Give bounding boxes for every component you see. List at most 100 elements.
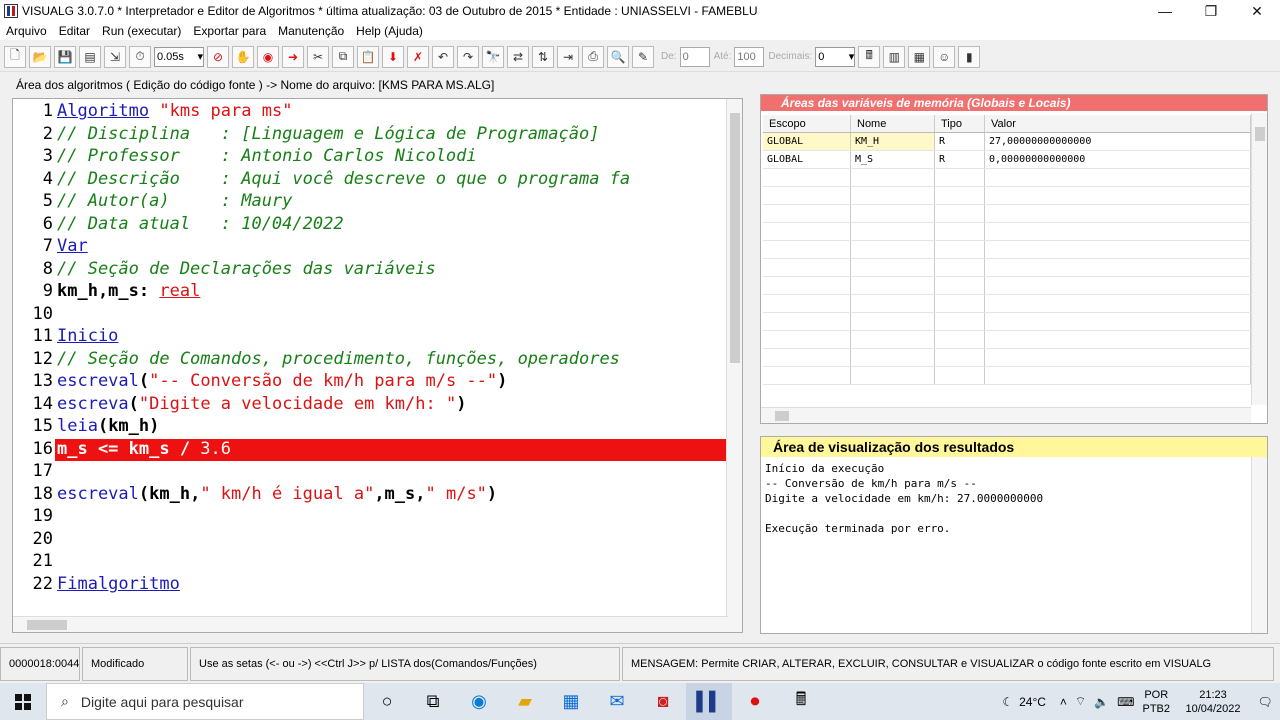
sort-icon[interactable]: ⇅ [532,45,554,68]
menu-arquivo[interactable]: Arquivo [0,24,53,38]
open-file-icon[interactable]: 📂 [29,45,51,68]
cut-icon[interactable]: ✂ [307,45,329,68]
taskbar: ⌕ Digite aqui para pesquisar ○ ⧉ ◉ ▰ ▦ ✉… [0,683,1280,720]
column-header-escopo[interactable]: Escopo [763,115,851,132]
variables-horizontal-scrollbar[interactable] [761,407,1251,423]
taskbar-search-box[interactable]: ⌕ Digite aqui para pesquisar [46,683,364,720]
scroll-thumb[interactable] [1255,127,1265,141]
scroll-thumb[interactable] [730,113,740,363]
menu-manutencao[interactable]: Manutenção [272,24,350,38]
code-line[interactable]: escreva("Digite a velocidade em km/h: ") [57,394,466,414]
task-view-icon[interactable]: ⧉ [410,683,456,720]
calendar-icon[interactable]: ▦ [908,45,931,68]
new-file-icon[interactable]: 🗋 [4,45,26,68]
language-indicator[interactable]: POR PTB2 [1142,688,1170,716]
ate-input[interactable]: 100 [734,46,765,67]
code-line[interactable]: escreval("-- Conversão de km/h para m/s … [57,371,507,391]
code-line[interactable]: leia(km_h) [57,416,159,436]
mail-icon[interactable]: ✉ [594,683,640,720]
breakpoint-icon[interactable]: ◉ [257,45,279,68]
code-line[interactable]: // Seção de Comandos, procedimento, funç… [57,349,620,369]
clock[interactable]: 21:23 10/04/2022 [1176,688,1250,716]
edge-icon[interactable]: ◉ [456,683,502,720]
device-icon[interactable]: ▥ [883,45,906,68]
code-line[interactable]: km_h,m_s: real [57,281,200,301]
menu-help[interactable]: Help (Ajuda) [350,24,429,38]
editor-horizontal-scrollbar[interactable] [13,616,728,632]
code-line[interactable]: // Seção de Declarações das variáveis [57,259,436,279]
line-number: 19 [32,506,53,526]
zoom-icon[interactable]: 🔍 [607,45,629,68]
column-header-tipo[interactable]: Tipo [935,115,985,132]
store-icon[interactable]: ▦ [548,683,594,720]
hand-icon[interactable]: ✋ [232,45,254,68]
book-icon[interactable]: ▮ [958,45,981,68]
menu-editar[interactable]: Editar [53,24,96,38]
help-icon[interactable]: ☺ [933,45,956,68]
speed-select[interactable]: 0.05s ▾ [154,46,204,67]
ime-icon[interactable]: ⌨ [1117,695,1134,709]
temperature[interactable]: 24°C [1019,695,1046,709]
record-icon[interactable]: ⏺ [732,683,778,720]
notifications-icon[interactable]: 🗨 [1250,695,1280,709]
copy-icon[interactable]: ⧉ [332,45,354,68]
code-line[interactable]: Fimalgoritmo [57,574,180,594]
editor-vertical-scrollbar[interactable] [726,99,742,632]
code-line[interactable]: // Disciplina : [Linguagem e Lógica de P… [57,124,599,144]
timer-icon[interactable]: ⏱ [129,45,151,68]
chevron-up-icon[interactable]: ˄ [1060,695,1067,709]
message-status: MENSAGEM: Permite CRIAR, ALTERAR, EXCLUI… [622,646,1274,681]
camera-app-icon[interactable]: ◙ [640,683,686,720]
code-line[interactable]: // Descrição : Aqui você descreve o que … [57,169,630,189]
code-line-error[interactable]: m_s <= km_s / 3.6 [57,439,231,459]
pencil-icon[interactable]: ✎ [632,45,654,68]
column-header-nome[interactable]: Nome [851,115,935,132]
file-explorer-icon[interactable]: ▰ [502,683,548,720]
undo-icon[interactable]: ↶ [432,45,454,68]
table-row[interactable]: GLOBAL KM_H R 27,00000000000000 [763,133,1251,151]
menu-run[interactable]: Run (executar) [96,24,187,38]
code-line[interactable]: Var [57,236,88,256]
save-icon[interactable]: 💾 [54,45,76,68]
scroll-thumb[interactable] [27,620,67,630]
restore-icon[interactable]: ❐ [1188,0,1234,22]
scroll-thumb[interactable] [775,411,789,421]
delete-icon[interactable]: ✗ [407,45,429,68]
calculator-taskbar-icon[interactable]: 🖩 [778,683,824,720]
indent-icon[interactable]: ⇥ [557,45,579,68]
column-header-valor[interactable]: Valor [985,115,1251,132]
redo-icon[interactable]: ↷ [457,45,479,68]
code-line[interactable]: Algoritmo "kms para ms" [57,101,292,121]
code-line[interactable]: Inicio [57,326,118,346]
menu-exportar[interactable]: Exportar para [187,24,272,38]
export-icon[interactable]: ⇲ [104,45,126,68]
close-icon[interactable]: ✕ [1234,0,1280,22]
code-line[interactable]: // Professor : Antonio Carlos Nicolodi [57,146,477,166]
replace-icon[interactable]: ⇄ [507,45,529,68]
insert-icon[interactable]: ⬇ [382,45,404,68]
weather-icon[interactable]: ☾ [1002,695,1013,709]
network-icon[interactable]: ⌔ [1075,694,1086,709]
code-line[interactable]: escreval(km_h," km/h é igual a",m_s," m/… [57,484,497,504]
code-editor[interactable]: 1 Algoritmo "kms para ms" 2 // Disciplin… [12,98,743,633]
printer-icon[interactable]: ⎙ [582,45,604,68]
calculator-icon[interactable]: 🖩 [858,45,881,68]
print-preview-icon[interactable]: ▤ [79,45,101,68]
results-vertical-scrollbar[interactable] [1251,457,1267,633]
table-row[interactable]: GLOBAL M_S R 0,00000000000000 [763,151,1251,169]
code-line[interactable]: // Data atual : 10/04/2022 [57,214,344,234]
variables-vertical-scrollbar[interactable] [1251,113,1267,405]
minimize-icon[interactable]: — [1142,0,1188,22]
windows-start-icon[interactable] [0,683,46,720]
cortana-icon[interactable]: ○ [364,683,410,720]
paste-icon[interactable]: 📋 [357,45,379,68]
de-input[interactable]: 0 [679,46,710,67]
code-line[interactable]: // Autor(a) : Maury [57,191,292,211]
volume-icon[interactable]: 🔈 [1094,695,1109,709]
run-step-icon[interactable]: ➜ [282,45,304,68]
find-icon[interactable]: 🔭 [482,45,504,68]
visualg-taskbar-icon[interactable]: ▌▌ [686,683,732,720]
line-number: 1 [42,101,53,121]
stop-icon[interactable]: ⊘ [207,45,229,68]
decimais-select[interactable]: 0 ▾ [815,46,856,67]
